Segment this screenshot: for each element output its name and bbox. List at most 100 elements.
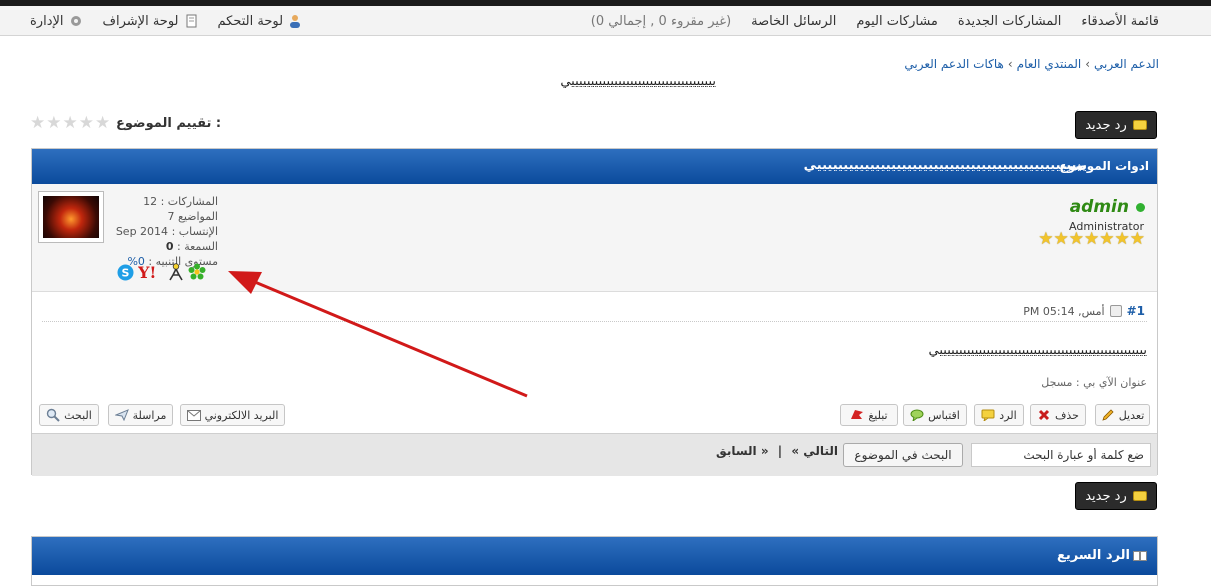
star-icon: ★ [1099,229,1115,249]
nav-private-messages[interactable]: الرسائل الخاصة [751,14,836,29]
search-label: البحث [64,408,92,422]
star-icon: ★ [1068,229,1084,249]
online-status-icon [1136,202,1145,212]
icq-icon[interactable] [188,263,206,281]
im-icons: S Y! [117,263,206,281]
search-thread-button[interactable]: البحث في الموضوع [843,443,963,467]
delete-button[interactable]: حذف [1030,404,1086,426]
quote-label: اقتباس [928,408,960,422]
search-thread-label: البحث في الموضوع [854,448,952,462]
prev-thread-link[interactable]: « السابق [716,444,769,458]
search-user-button[interactable]: البحث [39,404,99,426]
stat-reputation: السمعة : 0 [118,239,218,254]
svg-text:S: S [122,266,130,279]
breadcrumb-item[interactable]: هاكات الدعم العربي [904,57,1003,71]
avatar-image [43,196,99,238]
email-button[interactable]: البريد الالكتروني [180,404,285,426]
post: ادوات الموضوع يييييييييييييييييييييييييي… [31,148,1158,476]
stat-value: 0 [165,240,174,253]
nav-new-posts[interactable]: المشاركات الجديدة [958,14,1062,29]
report-label: تبليغ [868,408,888,422]
breadcrumb-sep: › [1085,57,1090,71]
stat-posts: المشاركات : 12 [118,194,218,209]
quick-reply: الرد السريع [31,536,1158,586]
edit-label: تعديل [1118,408,1145,422]
thread-search-input[interactable] [971,443,1151,467]
reply-button[interactable]: الرد [974,404,1024,426]
user-info: admin Administrator ★ ★ ★ ★ ★ ★ ★ المشاركات : … [32,184,1157,292]
quote-button[interactable]: اقتباس [903,404,967,426]
stat-value: 7 [167,210,175,223]
delete-x-icon [1038,409,1050,421]
speech-bubble-icon [1132,491,1147,501]
report-button[interactable]: تبليغ [840,404,898,426]
stat-label: الإنتساب : [171,225,218,238]
nav-links: قائمة الأصدقاء المشاركات الجديدة مشاركات… [591,6,1159,36]
post-header: ادوات الموضوع يييييييييييييييييييييييييي… [32,149,1157,184]
speech-bubble-icon [981,409,995,421]
yahoo-icon[interactable]: Y! [138,263,164,281]
quick-reply-label: الرد السريع [1056,548,1130,563]
pencil-icon [1102,409,1114,421]
magnifier-icon [46,408,60,422]
username-text: admin [1069,197,1129,217]
user-stats: المشاركات : 12 المواضيع 7 الإنتساب : Sep… [115,194,218,269]
reply-label: رد جديد [1085,488,1127,504]
post-select-checkbox[interactable] [1109,305,1122,317]
quote-bubble-icon [910,409,924,421]
star-icon[interactable]: ★ [79,115,94,132]
nav-user-cp[interactable]: لوحة التحكم [218,14,303,29]
nav-user-cp-label: لوحة التحكم [217,13,284,29]
envelope-icon [186,409,201,421]
new-reply-button-bottom[interactable]: رد جديد [1075,482,1157,510]
breadcrumb-item[interactable]: المنتدي العام [1017,57,1082,71]
aim-icon[interactable] [168,263,184,281]
star-icon: ★ [1038,229,1054,249]
ip-address-line: عنوان الآي بي : مسجل [1041,376,1147,389]
star-icon[interactable]: ★ [46,115,61,132]
nav-moderation-panel[interactable]: لوحة الإشراف [103,14,198,29]
post-date: أمس, 05:14 PM [1023,304,1105,318]
email-label: البريد الالكتروني [204,408,279,422]
star-icon[interactable]: ★ [30,115,45,132]
star-icon: ★ [1129,229,1145,249]
star-icon[interactable]: ★ [95,115,110,132]
nav-moderation-label: لوحة الإشراف [102,13,179,29]
star-icon[interactable]: ★ [63,115,78,132]
star-icon: ★ [1114,229,1130,249]
rating-label: تقييم الموضوع : [116,116,222,131]
private-message-button[interactable]: مراسلة [108,404,173,426]
pm-label: مراسلة [132,408,167,422]
stat-value: 12 [143,195,158,208]
nav-admin-label: الإدارة [30,13,64,29]
quick-reply-header: الرد السريع [32,537,1157,575]
rating-stars[interactable]: ★ ★ ★ ★ ★ [30,115,110,132]
thread-title: يييييييييييييييييييييييييييييييييييييي [560,74,716,89]
avatar[interactable] [38,191,104,243]
next-thread-link[interactable]: التالي » [791,444,838,458]
post-number[interactable]: #1 [1127,304,1145,318]
divider [42,321,1147,322]
post-body: يييييييييييييييييييييييييييييييييييييييي… [928,343,1147,358]
reply-label: الرد [999,408,1017,422]
stat-label: المواضيع [177,210,218,223]
nav-admin[interactable]: الإدارة [30,14,83,29]
breadcrumb-item[interactable]: الدعم العربي [1094,57,1159,71]
breadcrumb: الدعم العربي›المنتدي العام›هاكات الدعم ا… [904,57,1159,71]
navbar: قائمة الأصدقاء المشاركات الجديدة مشاركات… [0,6,1211,36]
skype-icon[interactable]: S [117,264,134,281]
username[interactable]: admin [1070,197,1145,217]
star-icon: ★ [1053,229,1069,249]
stat-value: Sep 2014 [115,225,169,238]
paper-plane-icon [114,409,129,421]
post-title: يييييييييييييييييييييييييييييييييييييييي… [803,158,1087,173]
post-meta: #1 أمس, 05:14 PM [1023,304,1145,318]
nav-friends-list[interactable]: قائمة الأصدقاء [1081,14,1159,29]
thread-search-bar: البحث في الموضوع التالي » | « السابق [32,433,1157,476]
nav-todays-posts[interactable]: مشاركات اليوم [856,14,938,29]
stat-threads: المواضيع 7 [118,209,218,224]
quick-reply-title[interactable]: الرد السريع [1057,548,1147,563]
reply-label: رد جديد [1085,117,1127,133]
edit-button[interactable]: تعديل [1095,404,1150,426]
new-reply-button[interactable]: رد جديد [1075,111,1157,139]
